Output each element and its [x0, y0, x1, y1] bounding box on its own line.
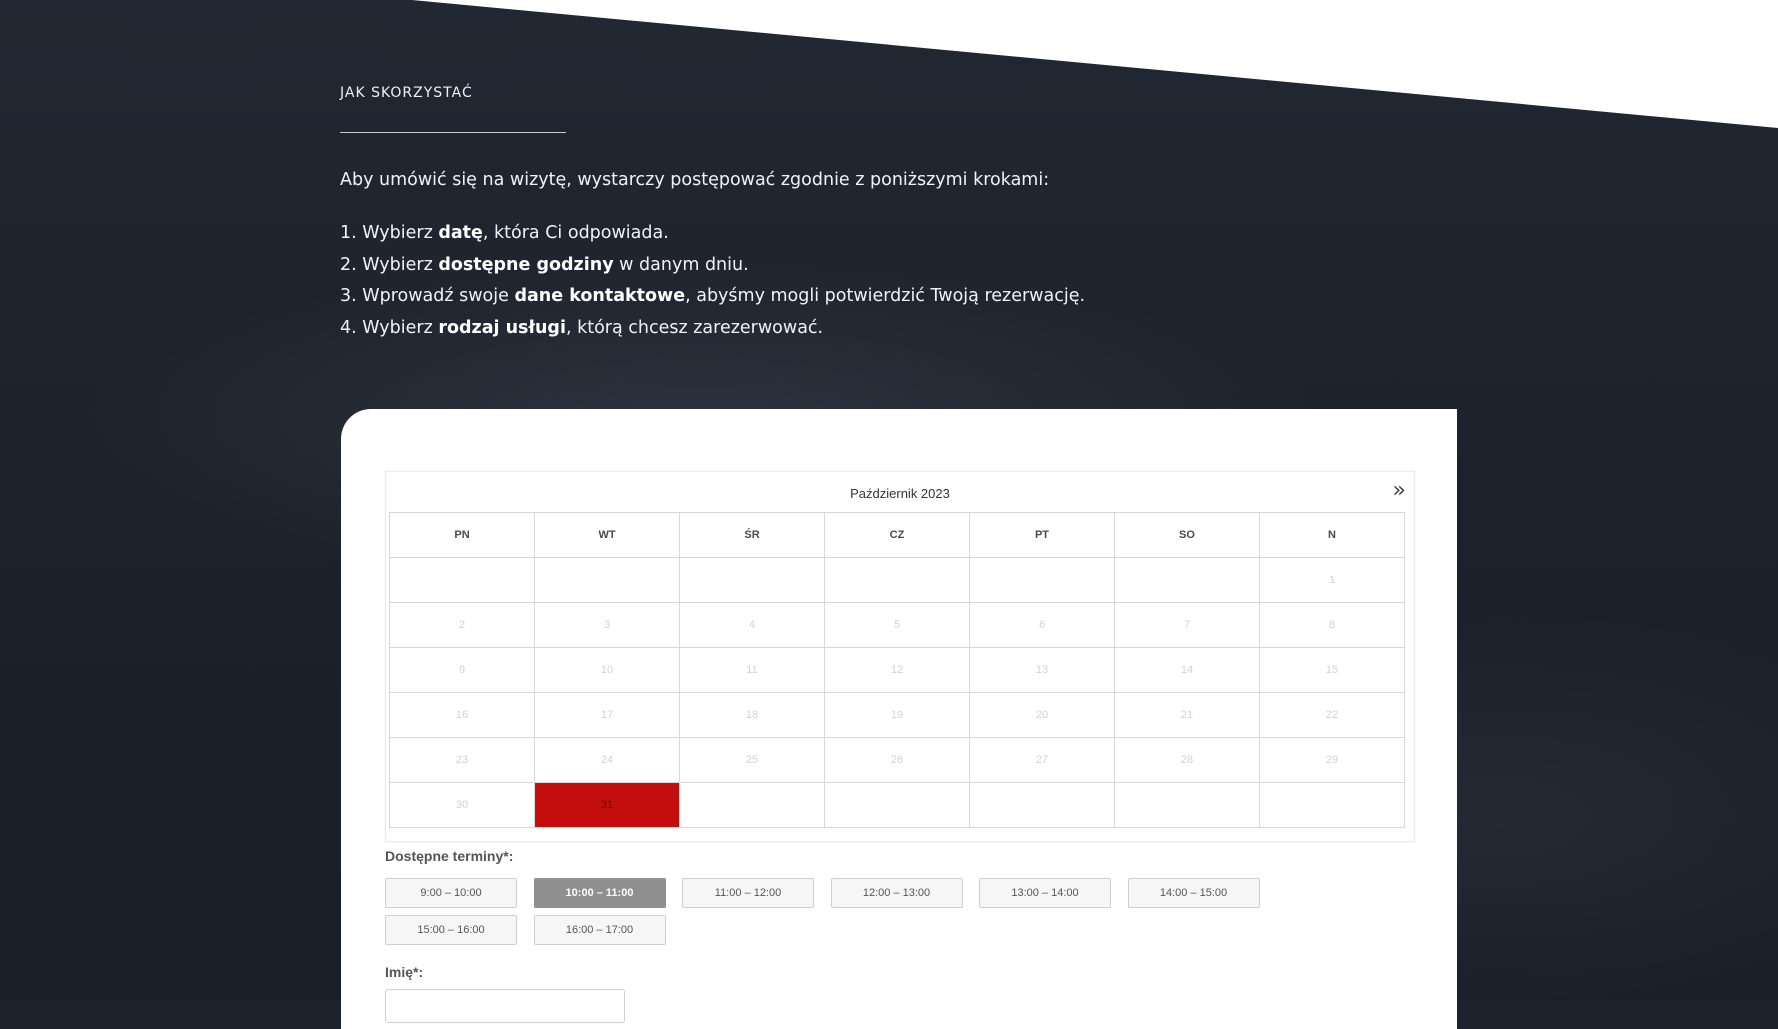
time-slot-button[interactable]: 16:00 – 17:00	[533, 915, 666, 945]
title-underline	[340, 132, 566, 133]
time-slot-button[interactable]: 13:00 – 14:00	[979, 878, 1111, 908]
calendar-empty-cell	[679, 557, 825, 603]
calendar-body: 1 2 3 4 5 6 7 8 9 10 11 12 13 14 15 16 17 18 19 20 21 22 23 24 2…	[389, 557, 1405, 828]
calendar-week-row: 9 10 11 12 13 14 15	[389, 647, 1405, 693]
step-number: 2.	[340, 254, 357, 275]
time-slot-button[interactable]: 15:00 – 16:00	[385, 915, 517, 945]
calendar-day[interactable]: 10	[534, 647, 680, 693]
step-text: Wybierz	[362, 317, 439, 338]
step-item: 2. Wybierz dostępne godziny w danym dniu…	[340, 250, 1085, 282]
calendar-day[interactable]: 29	[1259, 737, 1405, 783]
calendar-empty-cell	[824, 782, 970, 828]
weekday-header: N	[1259, 512, 1405, 558]
calendar-day[interactable]: 30	[389, 782, 535, 828]
calendar-empty-cell	[1114, 557, 1260, 603]
step-text: w danym dniu.	[613, 254, 749, 275]
weekday-header: PN	[389, 512, 535, 558]
month-label: Październik 2023	[850, 486, 950, 501]
calendar-day[interactable]: 22	[1259, 692, 1405, 738]
weekday-header: WT	[534, 512, 680, 558]
step-number: 3.	[340, 286, 357, 306]
calendar-empty-cell	[389, 557, 535, 603]
calendar-day[interactable]: 1	[1259, 557, 1405, 603]
step-text: Wprowadź swoje	[362, 286, 515, 306]
calendar-day[interactable]: 21	[1114, 692, 1260, 738]
calendar-day[interactable]: 14	[1114, 647, 1260, 693]
calendar-empty-cell	[969, 557, 1115, 603]
step-keyword: datę	[438, 223, 483, 243]
calendar-empty-cell	[824, 557, 970, 603]
weekday-header: CZ	[824, 512, 970, 558]
step-text: Wybierz	[362, 223, 439, 243]
step-text: , która Ci odpowiada.	[482, 223, 669, 243]
calendar-day[interactable]: 7	[1114, 602, 1260, 648]
calendar-day[interactable]: 26	[824, 737, 970, 783]
step-text: Wybierz	[362, 254, 439, 275]
calendar-day[interactable]: 19	[824, 692, 970, 738]
calendar-day[interactable]: 17	[534, 692, 680, 738]
calendar-day[interactable]: 15	[1259, 647, 1405, 693]
calendar-day[interactable]: 28	[1114, 737, 1260, 783]
calendar-day-selected[interactable]: 31	[534, 782, 680, 828]
calendar-day[interactable]: 23	[389, 737, 535, 783]
step-item: 4. Wybierz rodzaj usługi, którą chcesz z…	[340, 313, 1085, 345]
intro-lead-text: Aby umówić się na wizytę, wystarczy post…	[340, 170, 1050, 190]
calendar-day[interactable]: 8	[1259, 602, 1405, 648]
calendar-empty-cell	[1259, 782, 1405, 828]
time-slot-button-selected[interactable]: 10:00 – 11:00	[533, 878, 666, 908]
calendar-day[interactable]: 13	[969, 647, 1115, 693]
step-keyword: dane kontaktowe	[514, 286, 686, 306]
calendar-empty-cell	[969, 782, 1115, 828]
calendar-week-row: 1	[389, 557, 1405, 603]
calendar-week-row: 23 24 25 26 27 28 29	[389, 737, 1405, 783]
time-slot-button[interactable]: 11:00 – 12:00	[682, 878, 814, 908]
calendar-week-row: 30 31	[389, 782, 1405, 828]
calendar-empty-cell	[1114, 782, 1260, 828]
next-month-icon[interactable]: »	[1393, 480, 1406, 502]
slots-label: Dostępne terminy*:	[385, 848, 514, 864]
calendar-week-row: 2345678	[389, 602, 1405, 648]
calendar-day[interactable]: 16	[389, 692, 535, 738]
step-item: 3. Wprowadź swoje dane kontaktowe, abyśm…	[340, 281, 1085, 313]
weekday-header: SO	[1114, 512, 1260, 558]
section-title: JAK SKORZYSTAĆ	[340, 85, 473, 101]
time-slot-button[interactable]: 9:00 – 10:00	[385, 878, 517, 908]
calendar-grid: PN WT ŚR CZ PT SO N 1 2 3 4 5 6 7 8 9 10 11 12 13 14 15 16 17 1…	[389, 512, 1405, 828]
step-keyword: dostępne godziny	[438, 254, 614, 275]
calendar-day[interactable]: 9	[389, 647, 535, 693]
calendar-day[interactable]: 6	[969, 602, 1115, 648]
calendar-day[interactable]: 20	[969, 692, 1115, 738]
step-text: , abyśmy mogli potwierdzić Twoją rezerwa…	[685, 286, 1086, 306]
time-slot-button[interactable]: 12:00 – 13:00	[830, 878, 963, 908]
calendar-day[interactable]: 4	[679, 602, 825, 648]
weekday-header: PT	[969, 512, 1115, 558]
calendar-day[interactable]: 18	[679, 692, 825, 738]
step-number: 1.	[340, 223, 357, 243]
booking-card: Październik 2023 » PN WT ŚR CZ PT SO N 1234567…	[341, 409, 1457, 1029]
calendar: Październik 2023 » PN WT ŚR CZ PT SO N 1234567…	[385, 471, 1415, 842]
calendar-empty-cell	[534, 557, 680, 603]
name-input[interactable]	[385, 989, 625, 1023]
step-keyword: rodzaj usługi	[438, 317, 566, 338]
calendar-day[interactable]: 5	[824, 602, 970, 648]
step-text: , którą chcesz zarezerwować.	[565, 317, 824, 338]
calendar-day[interactable]: 12	[824, 647, 970, 693]
calendar-week-row: 16 17 18 19 20 21 22	[389, 692, 1405, 738]
calendar-empty-cell	[679, 782, 825, 828]
weekday-header: ŚR	[679, 512, 825, 558]
weekday-row: PN WT ŚR CZ PT SO N	[389, 512, 1405, 558]
step-item: 1. Wybierz datę, która Ci odpowiada.	[340, 218, 1085, 250]
calendar-day[interactable]: 27	[969, 737, 1115, 783]
calendar-day[interactable]: 3	[534, 602, 680, 648]
step-number: 4.	[340, 317, 357, 338]
calendar-day[interactable]: 24	[534, 737, 680, 783]
calendar-day[interactable]: 11	[679, 647, 825, 693]
calendar-day[interactable]: 2	[389, 602, 535, 648]
steps-list: 1. Wybierz datę, która Ci odpowiada. 2. …	[340, 218, 1085, 344]
name-label: Imię*:	[385, 964, 424, 980]
calendar-header: Październik 2023 »	[386, 472, 1414, 512]
time-slot-button[interactable]: 14:00 – 15:00	[1127, 878, 1260, 908]
calendar-day[interactable]: 25	[679, 737, 825, 783]
